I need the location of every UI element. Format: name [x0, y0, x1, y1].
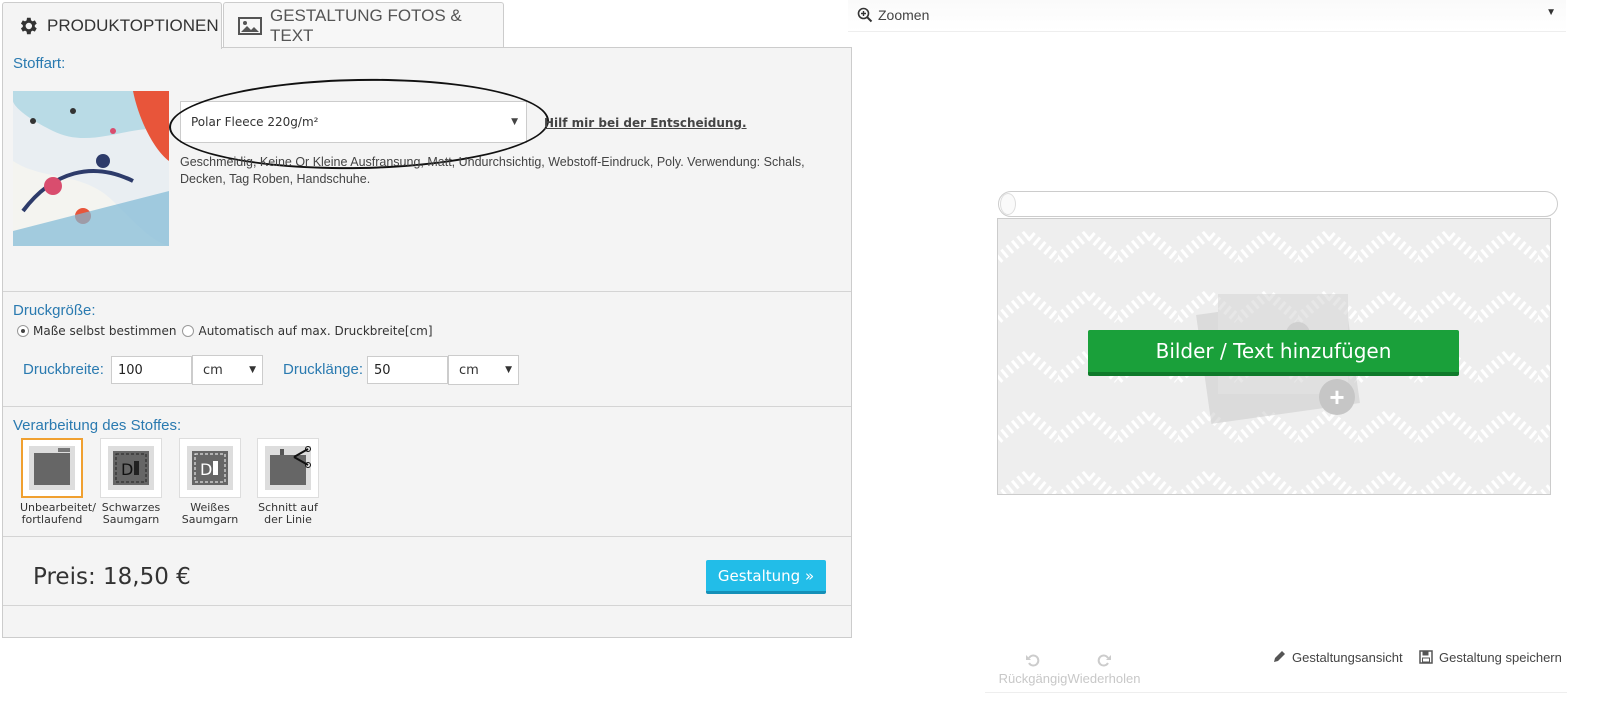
- radio-auto-size[interactable]: [182, 325, 195, 337]
- undo-icon: [998, 652, 1068, 671]
- finishing-option-black-hem[interactable]: D Schwarzes Saumgarn: [99, 438, 163, 526]
- add-images-text-button[interactable]: Bilder / Text hinzufügen: [1088, 330, 1459, 376]
- radio-custom-size[interactable]: [17, 325, 29, 337]
- save-design-label: Gestaltung speichern: [1439, 650, 1562, 665]
- finishing-label-line2: fortlaufend: [21, 513, 83, 526]
- chevron-down-icon: ▼: [1546, 7, 1556, 18]
- print-length-label: Drucklänge:: [283, 361, 364, 378]
- finishing-thumb: [21, 438, 83, 498]
- print-length-unit-select[interactable]: cm ▼: [448, 355, 519, 385]
- roll-end: [1000, 193, 1016, 215]
- finishing-thumb: D: [179, 438, 241, 498]
- fabric-roll: [998, 191, 1558, 217]
- finishing-option-white-hem[interactable]: D Weißes Saumgarn: [178, 438, 242, 526]
- undo-button[interactable]: Rückgängig: [998, 652, 1068, 686]
- gear-icon: [17, 15, 39, 37]
- print-width-input[interactable]: 100: [111, 356, 192, 384]
- finishing-section: Verarbeitung des Stoffes: Unbearbeitet/f…: [3, 407, 851, 537]
- finishing-label-line2: Saumgarn: [181, 513, 239, 526]
- page-root: PRODUKTOPTIONEN GESTALTUNG FOTOS & TEXT …: [0, 0, 1598, 713]
- chevron-down-icon: ▼: [249, 365, 256, 375]
- radio-custom-size-label: Maße selbst bestimmen: [33, 324, 177, 338]
- tab-bar: PRODUKTOPTIONEN GESTALTUNG FOTOS & TEXT: [2, 2, 852, 49]
- finishing-option-cut-on-line[interactable]: Schnitt auf der Linie: [256, 438, 320, 526]
- product-options-panel: Stoffart: Polar Fleece 220g/m² ▼ Hilf mi…: [2, 47, 852, 638]
- fabric-section: Stoffart: Polar Fleece 220g/m² ▼ Hilf mi…: [3, 48, 851, 292]
- chevron-down-icon: ▼: [505, 365, 512, 375]
- finishing-label-line2: der Linie: [264, 513, 312, 526]
- pencil-icon: [1272, 650, 1286, 667]
- finishing-label-line2: Saumgarn: [102, 513, 160, 526]
- save-icon: [1419, 650, 1433, 667]
- tab-design-photos-text[interactable]: GESTALTUNG FOTOS & TEXT: [223, 2, 504, 48]
- print-size-options: Maße selbst bestimmen Automatisch auf ma…: [17, 324, 433, 338]
- print-width-label: Druckbreite:: [23, 361, 104, 378]
- print-length-unit-value: cm: [459, 362, 479, 378]
- print-size-section: Druckgröße: Maße selbst bestimmen Automa…: [3, 292, 851, 407]
- design-view-button[interactable]: Gestaltungsansicht: [1272, 650, 1403, 667]
- zoom-in-icon: [857, 7, 873, 28]
- svg-text:D: D: [121, 460, 133, 479]
- plus-icon[interactable]: +: [1319, 379, 1355, 415]
- image-icon: [238, 16, 262, 35]
- save-design-button[interactable]: Gestaltung speichern: [1419, 650, 1562, 667]
- zoom-label: Zoomen: [878, 7, 930, 23]
- design-view-label: Gestaltungsansicht: [1292, 650, 1403, 665]
- price-display: Preis: 18,50 €: [33, 564, 191, 590]
- print-length-input[interactable]: 50: [367, 356, 448, 384]
- bottom-divider: [985, 692, 1567, 693]
- fabric-description: Geschmeidig, Keine Or Kleine Ausfransung…: [180, 155, 805, 186]
- redo-label: Wiederholen: [1067, 671, 1141, 686]
- svg-text:D: D: [200, 460, 212, 479]
- print-width-unit-value: cm: [203, 362, 223, 378]
- finishing-option-unprocessed[interactable]: Unbearbeitet/fortlaufend: [20, 438, 96, 526]
- tab-product-options[interactable]: PRODUKTOPTIONEN: [2, 2, 222, 49]
- zoom-bar[interactable]: Zoomen ▼: [848, 0, 1566, 32]
- redo-button[interactable]: Wiederholen: [1066, 652, 1142, 686]
- finishing-thumb: D: [100, 438, 162, 498]
- price-section: Preis: 18,50 € Gestaltung »: [3, 537, 851, 606]
- tab-product-options-label: PRODUKTOPTIONEN: [47, 16, 219, 35]
- fabric-title: Stoffart:: [13, 55, 66, 72]
- redo-icon: [1066, 652, 1142, 671]
- design-button[interactable]: Gestaltung »: [706, 560, 826, 594]
- finishing-thumb: [257, 438, 319, 498]
- radio-auto-size-label: Automatisch auf max. Druckbreite[cm]: [198, 324, 433, 338]
- print-width-unit-select[interactable]: cm ▼: [192, 355, 263, 385]
- finishing-title: Verarbeitung des Stoffes:: [13, 417, 182, 434]
- print-size-title: Druckgröße:: [13, 302, 96, 319]
- undo-label: Rückgängig: [998, 671, 1068, 686]
- tab-design-photos-text-label: GESTALTUNG FOTOS & TEXT: [270, 5, 462, 45]
- help-decision-link[interactable]: Hilf mir bei der Entscheidung.: [544, 116, 747, 130]
- fabric-sample-image: [13, 91, 169, 246]
